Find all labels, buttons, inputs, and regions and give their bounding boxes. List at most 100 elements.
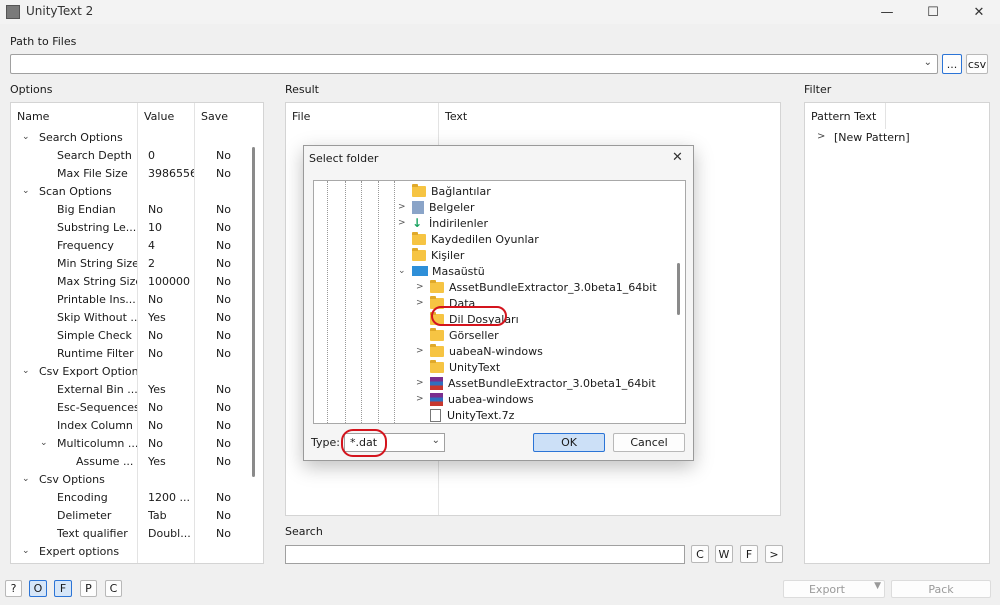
- tree-item[interactable]: Bağlantılar: [398, 183, 491, 199]
- tree-item[interactable]: > AssetBundleExtractor_3.0beta1_64bit: [416, 279, 657, 295]
- ok-button[interactable]: OK: [533, 433, 605, 452]
- search-next-button[interactable]: >: [765, 545, 783, 563]
- option-save[interactable]: No: [216, 167, 231, 180]
- option-value[interactable]: No: [148, 437, 194, 450]
- option-save[interactable]: No: [216, 401, 231, 414]
- footer-p-button[interactable]: P: [80, 580, 97, 597]
- option-save[interactable]: No: [216, 293, 231, 306]
- option-save[interactable]: No: [216, 311, 231, 324]
- option-value[interactable]: Yes: [148, 383, 194, 396]
- chevron-down-icon[interactable]: ⌄: [22, 474, 30, 484]
- tree-item[interactable]: > uabea-windows: [416, 391, 534, 407]
- tree-item[interactable]: > uabeaN-windows: [416, 343, 543, 359]
- cancel-button[interactable]: Cancel: [613, 433, 685, 452]
- option-value[interactable]: No: [148, 203, 194, 216]
- option-save[interactable]: No: [216, 275, 231, 288]
- chevron-right-icon[interactable]: >: [416, 378, 430, 388]
- search-file-button[interactable]: F: [740, 545, 758, 563]
- option-save[interactable]: No: [216, 509, 231, 522]
- options-row[interactable]: Esc-Sequences No No: [11, 399, 251, 417]
- minimize-button[interactable]: —: [864, 0, 910, 24]
- option-value[interactable]: No: [148, 329, 194, 342]
- options-row[interactable]: Text qualifier Doubl... No: [11, 525, 251, 543]
- option-save[interactable]: No: [216, 221, 231, 234]
- option-save[interactable]: No: [216, 383, 231, 396]
- option-save[interactable]: No: [216, 203, 231, 216]
- option-save[interactable]: No: [216, 329, 231, 342]
- options-row[interactable]: ⌄ Scan Options: [11, 183, 251, 201]
- option-save[interactable]: No: [216, 437, 231, 450]
- options-row[interactable]: Simple Check No No: [11, 327, 251, 345]
- option-value[interactable]: 100000: [148, 275, 194, 288]
- tree-item[interactable]: Görseller: [416, 327, 499, 343]
- option-value[interactable]: Yes: [148, 455, 194, 468]
- search-input[interactable]: [285, 545, 685, 564]
- options-row[interactable]: Frequency 4 No: [11, 237, 251, 255]
- chevron-down-icon[interactable]: ⌄: [398, 266, 412, 276]
- option-value[interactable]: 10: [148, 221, 194, 234]
- tree-item[interactable]: Kaydedilen Oyunlar: [398, 231, 539, 247]
- options-row[interactable]: ⌄ Search Options: [11, 129, 251, 147]
- options-row[interactable]: Substring Le... 10 No: [11, 219, 251, 237]
- options-row[interactable]: Runtime Filter No No: [11, 345, 251, 363]
- option-value[interactable]: No: [148, 347, 194, 360]
- browse-button[interactable]: ...: [942, 54, 962, 74]
- options-row[interactable]: Min String Size 2 No: [11, 255, 251, 273]
- footer-c-button[interactable]: C: [105, 580, 122, 597]
- csv-button[interactable]: csv: [966, 54, 988, 74]
- options-row[interactable]: ⌄ Csv Export Options: [11, 363, 251, 381]
- chevron-down-icon[interactable]: ⌄: [22, 546, 30, 556]
- footer-o-button[interactable]: O: [29, 580, 47, 597]
- tree-item[interactable]: ⌄ Masaüstü: [398, 263, 485, 279]
- chevron-right-icon[interactable]: >: [416, 346, 430, 356]
- path-combobox[interactable]: ⌄: [10, 54, 938, 74]
- export-dropdown-icon[interactable]: ▼: [874, 581, 881, 591]
- chevron-down-icon[interactable]: ⌄: [22, 186, 30, 196]
- option-save[interactable]: No: [216, 419, 231, 432]
- tree-item[interactable]: > Belgeler: [398, 199, 474, 215]
- tree-item[interactable]: UnityText.7z: [416, 407, 514, 423]
- option-value[interactable]: 0: [148, 149, 194, 162]
- option-save[interactable]: No: [216, 347, 231, 360]
- options-scrollbar[interactable]: [252, 147, 255, 477]
- options-row[interactable]: Big Endian No No: [11, 201, 251, 219]
- chevron-down-icon[interactable]: ⌄: [924, 57, 932, 68]
- option-value[interactable]: 1200 ...: [148, 491, 194, 504]
- maximize-button[interactable]: ☐: [910, 0, 956, 24]
- export-button[interactable]: Export ▼: [783, 580, 885, 598]
- chevron-right-icon[interactable]: >: [398, 218, 412, 228]
- chevron-right-icon[interactable]: >: [416, 298, 430, 308]
- tree-item[interactable]: UnityText: [416, 359, 500, 375]
- chevron-down-icon[interactable]: ⌄: [40, 438, 48, 448]
- pack-button[interactable]: Pack: [891, 580, 991, 598]
- option-value[interactable]: No: [148, 401, 194, 414]
- tree-item[interactable]: > AssetBundleExtractor_3.0beta1_64bit: [416, 375, 656, 391]
- footer-f-button[interactable]: F: [54, 580, 72, 597]
- dialog-close-button[interactable]: ✕: [672, 150, 683, 165]
- options-row[interactable]: Index Column No No: [11, 417, 251, 435]
- close-button[interactable]: ✕: [956, 0, 1000, 24]
- options-row[interactable]: External Bin ... Yes No: [11, 381, 251, 399]
- options-row[interactable]: Assume ... Yes No: [11, 453, 251, 471]
- chevron-down-icon[interactable]: ⌄: [22, 366, 30, 376]
- options-row[interactable]: Delimeter Tab No: [11, 507, 251, 525]
- option-save[interactable]: No: [216, 257, 231, 270]
- search-case-button[interactable]: C: [691, 545, 709, 563]
- options-row[interactable]: Skip Without ... Yes No: [11, 309, 251, 327]
- help-button[interactable]: ?: [5, 580, 22, 597]
- options-row[interactable]: ⌄ Csv Options: [11, 471, 251, 489]
- options-row[interactable]: ⌄ Multicolumn ... No No: [11, 435, 251, 453]
- option-value[interactable]: Yes: [148, 311, 194, 324]
- option-save[interactable]: No: [216, 455, 231, 468]
- tree-item[interactable]: > ↓ İndirilenler: [398, 215, 488, 231]
- chevron-down-icon[interactable]: ⌄: [22, 132, 30, 142]
- option-save[interactable]: No: [216, 527, 231, 540]
- filter-item-new-pattern[interactable]: [New Pattern]: [834, 131, 910, 144]
- option-save[interactable]: No: [216, 491, 231, 504]
- option-value[interactable]: 4: [148, 239, 194, 252]
- chevron-right-icon[interactable]: >: [416, 394, 430, 404]
- option-value[interactable]: 2: [148, 257, 194, 270]
- search-word-button[interactable]: W: [715, 545, 733, 563]
- chevron-right-icon[interactable]: >: [398, 202, 412, 212]
- chevron-right-icon[interactable]: >: [817, 131, 825, 142]
